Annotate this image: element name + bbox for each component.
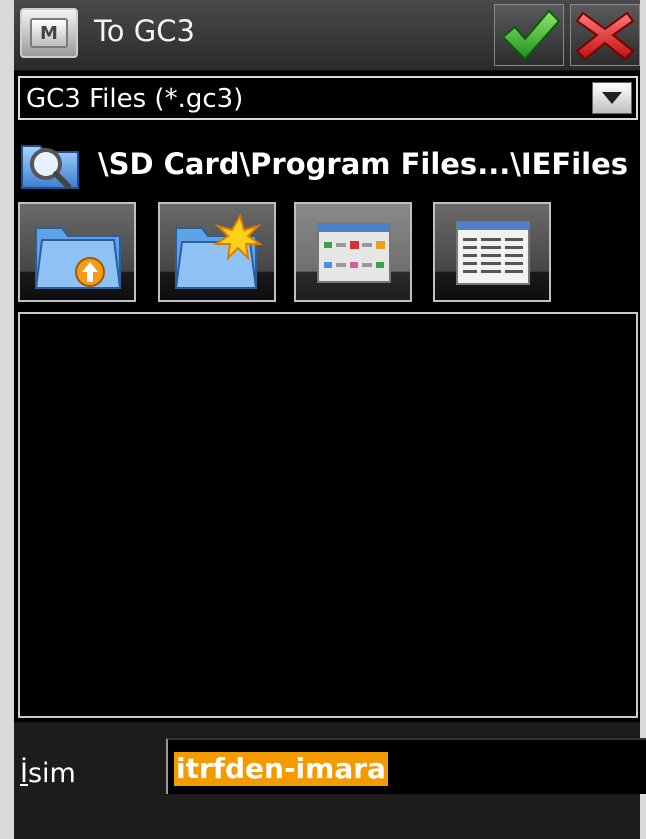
red-x-icon: [575, 11, 635, 61]
name-input-selected-text: itrfden-imara: [174, 752, 388, 786]
new-folder-button[interactable]: [158, 202, 276, 302]
name-label-accelerator: İ: [20, 758, 28, 789]
dropdown-arrow-button[interactable]: [592, 82, 632, 114]
name-label: İsim: [20, 758, 76, 789]
green-checkmark-icon: [501, 9, 561, 61]
dialog-window: M To GC3 GC3 Files (*.gc3) \SD Card\Prog…: [0, 0, 646, 839]
file-list[interactable]: [18, 312, 638, 718]
name-label-rest: sim: [27, 758, 76, 789]
title-bar: M To GC3: [14, 0, 640, 71]
menu-button[interactable]: M: [20, 8, 78, 58]
new-folder-icon: [174, 213, 264, 289]
ok-button[interactable]: [494, 4, 564, 66]
chevron-down-icon: [602, 92, 622, 104]
name-input[interactable]: itrfden-imara: [166, 738, 646, 794]
file-type-value: GC3 Files (*.gc3): [26, 84, 244, 114]
menu-icon: M: [30, 18, 68, 48]
folder-up-icon: [34, 227, 122, 289]
current-path: \SD Card\Program Files...\IEFiles: [98, 147, 629, 181]
list-view-button[interactable]: [294, 202, 412, 302]
list-view-icon: [317, 223, 391, 283]
details-view-icon: [456, 221, 530, 285]
dialog-title: To GC3: [94, 14, 195, 48]
current-path-row: \SD Card\Program Files...\IEFiles: [18, 132, 638, 196]
details-view-button[interactable]: [433, 202, 551, 302]
folder-up-button[interactable]: [18, 202, 136, 302]
cancel-button[interactable]: [570, 4, 640, 66]
file-type-dropdown[interactable]: GC3 Files (*.gc3): [18, 76, 638, 120]
folder-search-icon: [21, 145, 79, 189]
right-border: [640, 0, 646, 839]
left-border: [0, 0, 14, 839]
